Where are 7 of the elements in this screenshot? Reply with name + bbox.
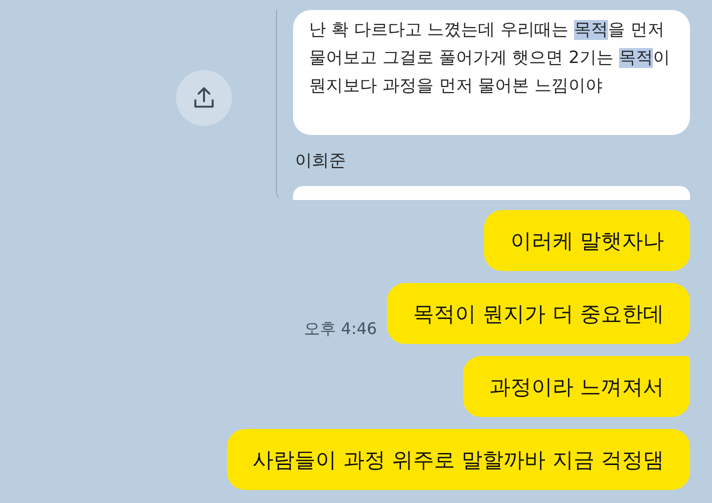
message-bubble: 이러케 말햇자나 [484,210,690,271]
message-bubble: 사람들이 과정 위주로 말할까바 지금 걱정댐 [226,429,690,490]
message-time: 오후 4:46 [304,319,377,340]
message-bubble: 과정이라 느껴져서 [463,356,690,417]
sender-name: 이희준 [295,150,347,172]
quoted-message: 난 확 다르다고 느꼈는데 우리때는 목적 을 먼저 물어보고 그걸로 풀어가게 햇으면 2기는 목적 이 뭔지보다 과정을 먼저 물어본 느낌이야 [293,10,690,135]
message-bubble: 목적이 뭔지가 더 중요한데 [386,283,690,344]
